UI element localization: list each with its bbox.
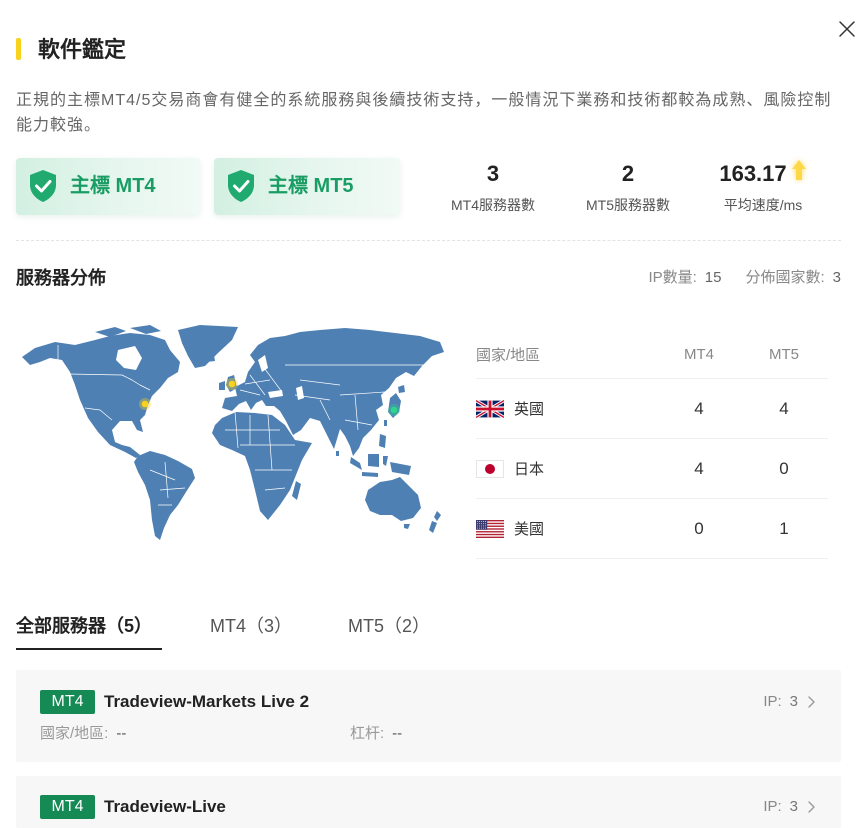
section-divider [16, 240, 841, 241]
stat-value-row: 163.17 [703, 159, 823, 189]
server-name: Tradeview-Markets Live 2 [104, 692, 310, 711]
table-header-row: 國家/地區 MT4 MT5 [476, 330, 828, 379]
badge-mt4: 主標 MT4 [16, 158, 200, 215]
speed-up-arrow-icon [791, 160, 806, 180]
madagascar-landmass [292, 481, 301, 500]
ip-count-label: IP數量: [648, 269, 697, 286]
server-tabs: 全部服務器（5） MT4（3） MT5（2） [16, 610, 841, 650]
server-name: Tradeview-Live [104, 797, 226, 816]
country-cell: 英國 [476, 379, 544, 438]
badge-mt5: 主標 MT5 [214, 158, 400, 215]
server-ip-count[interactable]: IP: 3 [763, 795, 815, 819]
stat-value: 163.17 [719, 161, 787, 186]
indonesia-landmass [350, 454, 411, 477]
distribution-summary: IP數量: 15 分佈國家數: 3 [648, 265, 841, 291]
table-row: 英國 4 4 [476, 379, 828, 439]
header-country: 國家/地區 [476, 346, 541, 364]
server-country: 國家/地區: -- [40, 722, 126, 746]
header-mt5: MT5 [769, 345, 799, 363]
country-label: 國家/地區: [40, 725, 109, 742]
uk-flag-icon [476, 399, 504, 418]
stat-label: MT4服務器數 [451, 197, 535, 213]
tab-mt5[interactable]: MT5（2） [348, 610, 430, 650]
continents [22, 325, 444, 540]
stat-average-speed: 163.17 平均速度/ms [703, 159, 823, 215]
japan-flag-icon [476, 459, 504, 478]
ip-count-value: 15 [704, 269, 722, 286]
close-icon[interactable] [837, 19, 857, 39]
server-distribution-title: 服務器分佈 [16, 268, 106, 288]
tab-all-servers[interactable]: 全部服務器（5） [16, 610, 162, 650]
title-accent-bar [16, 38, 21, 60]
ip-label: IP: [763, 798, 782, 815]
mt4-count: 0 [694, 518, 704, 538]
mt5-count: 0 [779, 458, 789, 478]
ip-value: 3 [789, 798, 798, 815]
chevron-right-icon[interactable] [808, 696, 815, 708]
badge-label: 主標 MT4 [70, 175, 156, 197]
new-zealand-landmass [429, 511, 441, 533]
mt5-count: 4 [779, 398, 789, 418]
world-map [22, 325, 444, 540]
server-card[interactable]: MT4 Tradeview-Live IP: 3 [16, 776, 841, 828]
badge-label: 主標 MT5 [268, 175, 354, 197]
header-mt4: MT4 [684, 345, 714, 363]
south-america-landmass [134, 451, 195, 540]
country-name: 日本 [514, 461, 545, 478]
us-flag-icon [476, 519, 504, 538]
map-marker-uk [226, 378, 238, 390]
map-marker-japan [388, 404, 400, 416]
server-card[interactable]: MT4 Tradeview-Markets Live 2 IP: 3 國家/地區… [16, 670, 841, 762]
country-name: 美國 [514, 521, 545, 538]
country-cell: 美國 [476, 499, 544, 558]
map-marker-us [139, 398, 151, 410]
platform-badge: MT4 [40, 795, 95, 819]
distribution-table: 國家/地區 MT4 MT5 英國 4 4 日本 4 0 美國 0 1 [476, 330, 828, 559]
leverage-label: 杠杆: [350, 725, 385, 742]
country-cell: 日本 [476, 439, 544, 498]
close-button[interactable] [837, 19, 857, 39]
platform-badge: MT4 [40, 690, 95, 714]
description-text: 正規的主標MT4/5交易商會有健全的系統服務與後續技術支持，一般情況下業務和技術… [16, 92, 832, 134]
tab-mt4[interactable]: MT4（3） [210, 610, 292, 650]
north-america-landmass [22, 333, 180, 458]
country-count-label: 分佈國家數: [745, 269, 825, 286]
server-ip-count[interactable]: IP: 3 [763, 690, 815, 714]
page-title: 軟件鑑定 [38, 37, 127, 62]
table-row: 日本 4 0 [476, 439, 828, 499]
country-count-value: 3 [832, 269, 841, 286]
stat-label: MT5服務器數 [586, 197, 670, 213]
stat-value: 3 [486, 161, 500, 186]
mt5-count: 1 [779, 518, 789, 538]
stat-value-row: 2 [568, 159, 688, 189]
chevron-right-icon[interactable] [808, 801, 815, 813]
leverage-value: -- [392, 725, 403, 742]
ip-value: 3 [789, 693, 798, 710]
mt4-count: 4 [694, 398, 704, 418]
australia-landmass [365, 477, 421, 529]
software-verification-panel: 軟件鑑定 正規的主標MT4/5交易商會有健全的系統服務與後續技術支持，一般情況下… [0, 0, 865, 828]
shield-check-icon [30, 170, 56, 202]
table-row: 美國 0 1 [476, 499, 828, 559]
shield-check-icon [228, 170, 254, 202]
server-leverage: 杠杆: -- [350, 722, 402, 746]
country-name: 英國 [514, 401, 545, 418]
stat-label: 平均速度/ms [723, 197, 803, 213]
mt4-count: 4 [694, 458, 704, 478]
stat-mt4-servers: 3 MT4服務器數 [433, 159, 553, 215]
ip-label: IP: [763, 693, 782, 710]
stat-value-row: 3 [433, 159, 553, 189]
stat-mt5-servers: 2 MT5服務器數 [568, 159, 688, 215]
country-value: -- [116, 725, 127, 742]
stat-value: 2 [621, 161, 635, 186]
